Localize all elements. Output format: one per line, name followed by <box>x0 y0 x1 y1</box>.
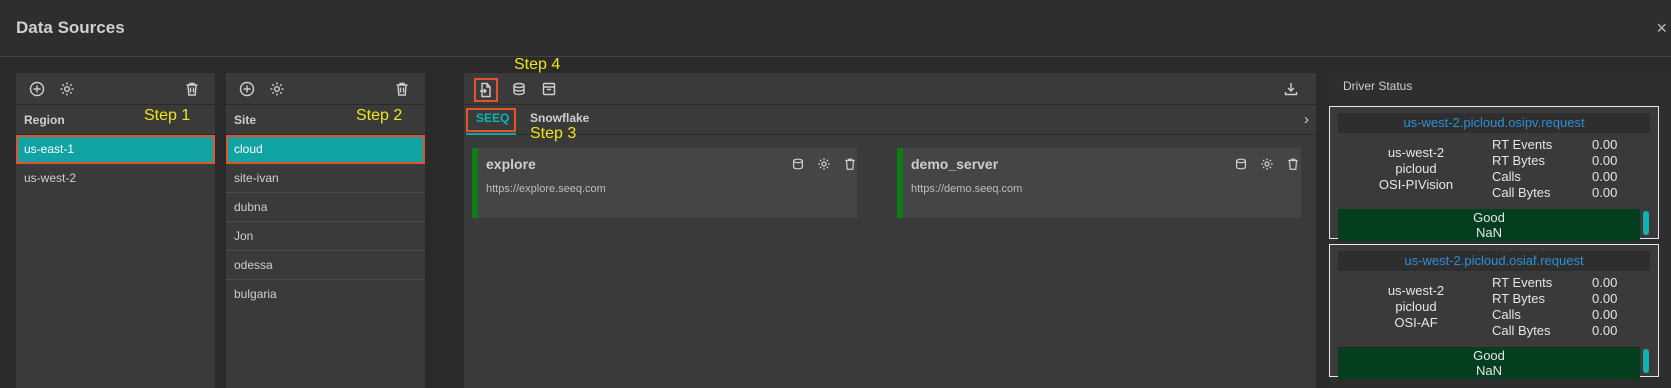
dialog-title: Data Sources <box>16 18 125 37</box>
archive-icon[interactable] <box>540 80 558 98</box>
step-3-label: Step 3 <box>530 125 577 142</box>
trash-icon[interactable] <box>1285 156 1301 172</box>
scrollbar-thumb[interactable] <box>1643 211 1649 235</box>
metric-value: 0.00 <box>1592 185 1618 200</box>
driver-metrics: RT Events 0.00 RT Bytes 0.00 Calls 0.00 Cal… <box>1492 137 1617 201</box>
settings-icon[interactable] <box>1259 156 1275 172</box>
driver-card: us-west-2.picloud.osiaf.request us-west-… <box>1329 244 1659 379</box>
source-tabs: SEEQ Snowflake › <box>464 105 1316 135</box>
metric-row: RT Events 0.00 <box>1492 137 1617 153</box>
metric-row: RT Bytes 0.00 <box>1492 153 1617 169</box>
datasource-toolbar <box>464 73 1316 105</box>
state-value: NaN <box>1475 363 1502 378</box>
metric-value: 0.00 <box>1592 275 1618 290</box>
metric-label: RT Events <box>1492 137 1553 152</box>
metric-label: Call Bytes <box>1492 185 1551 200</box>
dialog-titlebar: Data Sources × <box>0 0 1671 57</box>
tab-seeq[interactable]: SEEQ <box>476 111 509 125</box>
database-icon[interactable] <box>1233 156 1249 172</box>
metric-row: Call Bytes 0.00 <box>1492 323 1617 339</box>
metric-row: Calls 0.00 <box>1492 169 1617 185</box>
driver-status-panel: Driver Status us-west-2.picloud.osipv.re… <box>1329 73 1671 388</box>
site-toolbar <box>226 73 425 105</box>
step-4-label: Step 4 <box>514 56 561 73</box>
settings-icon[interactable] <box>816 156 832 172</box>
active-tab-underline <box>466 133 516 135</box>
metric-label: Calls <box>1492 307 1521 322</box>
driver-type: OSI-PIVision <box>1378 177 1454 192</box>
driver-info: us-west-2 picloud OSI-PIVision <box>1356 145 1476 193</box>
driver-region: us-west-2 <box>1387 145 1445 160</box>
close-icon[interactable]: × <box>1656 18 1667 39</box>
site-item-bulgaria[interactable]: bulgaria <box>226 280 425 309</box>
metric-label: RT Bytes <box>1492 153 1545 168</box>
metric-row: Calls 0.00 <box>1492 307 1617 323</box>
driver-state: Good NaN <box>1338 347 1640 379</box>
state-value: NaN <box>1475 225 1502 240</box>
region-toolbar <box>16 73 215 105</box>
metric-label: Call Bytes <box>1492 323 1551 338</box>
driver-metrics: RT Events 0.00 RT Bytes 0.00 Calls 0.00 Cal… <box>1492 275 1617 339</box>
site-item-cloud[interactable]: cloud <box>226 135 425 164</box>
scrollbar-thumb[interactable] <box>1643 349 1649 373</box>
card-url: https://demo.seeq.com <box>911 183 1023 195</box>
site-item-dubna[interactable]: dubna <box>226 193 425 222</box>
delete-site-icon[interactable] <box>393 80 411 98</box>
state-label: Good <box>1473 210 1505 225</box>
add-datasource-icon[interactable] <box>474 78 498 102</box>
driver-status-title: Driver Status <box>1343 79 1413 93</box>
card-status-bar <box>472 148 478 218</box>
metric-label: RT Bytes <box>1492 291 1545 306</box>
site-item-jon[interactable]: Jon <box>226 222 425 251</box>
metric-value: 0.00 <box>1592 323 1618 338</box>
add-site-icon[interactable] <box>238 80 256 98</box>
step-1-label: Step 1 <box>144 107 191 124</box>
driver-state: Good NaN <box>1338 209 1640 241</box>
card-name: explore <box>486 156 536 172</box>
add-region-icon[interactable] <box>28 80 46 98</box>
region-item-us-east-1[interactable]: us-east-1 <box>16 135 215 164</box>
metric-value: 0.00 <box>1592 137 1618 152</box>
driver-name-link[interactable]: us-west-2.picloud.osipv.request <box>1338 113 1650 133</box>
metric-row: Call Bytes 0.00 <box>1492 185 1617 201</box>
card-url: https://explore.seeq.com <box>486 183 606 195</box>
datasource-card-demo-server[interactable]: demo_server https://demo.seeq.com <box>897 148 1301 218</box>
datasource-panel: SEEQ Snowflake › explore https://explore… <box>464 73 1316 388</box>
driver-type: OSI-AF <box>1394 315 1438 330</box>
delete-region-icon[interactable] <box>183 80 201 98</box>
metric-label: RT Events <box>1492 275 1553 290</box>
card-name: demo_server <box>911 156 999 172</box>
step-2-label: Step 2 <box>356 107 403 124</box>
driver-card: us-west-2.picloud.osipv.request us-west-… <box>1329 106 1659 241</box>
metric-value: 0.00 <box>1592 291 1618 306</box>
driver-site: picloud <box>1395 161 1437 176</box>
datasource-card-explore[interactable]: explore https://explore.seeq.com <box>472 148 857 218</box>
database-icon[interactable] <box>510 80 528 98</box>
site-item-odessa[interactable]: odessa <box>226 251 425 280</box>
site-settings-icon[interactable] <box>268 80 286 98</box>
metric-row: RT Bytes 0.00 <box>1492 291 1617 307</box>
trash-icon[interactable] <box>842 156 858 172</box>
driver-region: us-west-2 <box>1387 283 1445 298</box>
driver-site: picloud <box>1395 299 1437 314</box>
driver-info: us-west-2 picloud OSI-AF <box>1356 283 1476 331</box>
site-item-site-ivan[interactable]: site-ivan <box>226 164 425 193</box>
tab-snowflake[interactable]: Snowflake <box>530 111 589 125</box>
download-icon[interactable] <box>1282 80 1300 98</box>
metric-value: 0.00 <box>1592 169 1618 184</box>
region-settings-icon[interactable] <box>58 80 76 98</box>
metric-row: RT Events 0.00 <box>1492 275 1617 291</box>
metric-value: 0.00 <box>1592 153 1618 168</box>
metric-label: Calls <box>1492 169 1521 184</box>
chevron-right-icon[interactable]: › <box>1304 111 1309 128</box>
metric-value: 0.00 <box>1592 307 1618 322</box>
region-item-us-west-2[interactable]: us-west-2 <box>16 164 215 193</box>
driver-name-link[interactable]: us-west-2.picloud.osiaf.request <box>1338 251 1650 271</box>
database-icon[interactable] <box>790 156 806 172</box>
state-label: Good <box>1473 348 1505 363</box>
card-status-bar <box>897 148 903 218</box>
